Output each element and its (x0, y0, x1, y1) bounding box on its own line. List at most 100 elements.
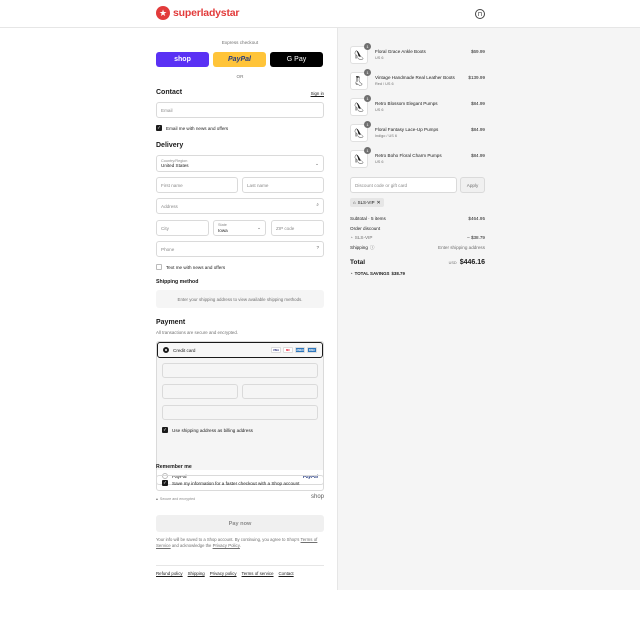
total-value: $446.16 (459, 259, 485, 266)
tag-icon: ⌂ (353, 200, 356, 205)
email-news-row: ✓ Email me with news and offers (156, 125, 228, 131)
shipping-method-heading: Shipping method (156, 279, 199, 285)
store-logo[interactable]: ★ superladystar (156, 6, 239, 20)
shipping-value: Enter shipping address (438, 245, 485, 250)
discount-input[interactable]: Discount code or gift card (350, 177, 457, 193)
info-icon[interactable]: ⓘ (370, 245, 375, 251)
or-divider: OR (236, 74, 244, 79)
item-name: Floral Fantasy Lace-Up Pumps (375, 127, 439, 132)
save-info-checkbox[interactable]: ✓ (162, 480, 168, 486)
chevron-down-icon: ⌄ (257, 225, 261, 230)
google-pay-button[interactable]: G Pay (270, 52, 323, 67)
total-savings-label: TOTAL SAVINGS (354, 271, 390, 276)
legal-text-1: Your info will be saved to a Shop accoun… (156, 537, 300, 542)
quantity-badge: 1 (364, 121, 371, 128)
shop-logo: shop (310, 494, 324, 500)
discount-tag-label: SLS-VIP (357, 200, 375, 205)
email-news-checkbox[interactable]: ✓ (156, 125, 162, 131)
remember-me-heading: Remember me (156, 464, 192, 470)
email-field[interactable]: Email (156, 102, 324, 118)
remove-tag-icon[interactable]: ✕ (377, 200, 381, 206)
discount-value: – $38.79 (467, 235, 485, 240)
item-name: Retro Blossom Elegant Pumps (375, 101, 438, 106)
zip-field[interactable]: ZIP code (271, 220, 324, 236)
phone-placeholder: Phone (161, 246, 175, 252)
item-variant: Indigo / US 6 (375, 134, 397, 138)
total-label: Total (350, 259, 366, 266)
mc-card-icon: MC (283, 347, 293, 353)
header: ★ superladystar ⊓ (0, 0, 640, 28)
save-info-box: ✓ Save my information for a faster check… (156, 475, 324, 491)
expiry-field[interactable] (162, 384, 238, 399)
quantity-badge: 1 (364, 69, 371, 76)
text-news-checkbox[interactable] (156, 264, 162, 270)
cart-bag-icon[interactable]: ⊓ (475, 9, 485, 19)
help-icon[interactable]: ? (316, 245, 319, 250)
billing-row: ✓ Use shipping address as billing addres… (162, 427, 253, 433)
privacy-link[interactable]: Privacy Policy (213, 543, 240, 548)
sign-in-link[interactable]: Sign in (311, 91, 324, 96)
line-item: 👠︎ 1 Floral Fantasy Lace-Up Pumps Indigo / … (350, 121, 485, 144)
state-value: Iowa (218, 227, 228, 233)
footer-divider (156, 565, 324, 566)
name-on-card-field[interactable] (162, 405, 318, 420)
country-select[interactable]: Country/Region United States ⌄ (156, 155, 324, 172)
city-field[interactable]: City (156, 220, 209, 236)
credit-card-option[interactable]: Credit card VISA MC AMEX DISC (157, 342, 323, 358)
country-value: United States (161, 163, 189, 169)
card-brand-icons: VISA MC AMEX DISC (271, 347, 317, 353)
security-code-field[interactable] (242, 384, 318, 399)
shop-pay-button[interactable]: shop (156, 52, 209, 67)
contact-link[interactable]: Contact (279, 571, 294, 576)
phone-field[interactable]: Phone ? (156, 241, 324, 257)
billing-checkbox[interactable]: ✓ (162, 427, 168, 433)
item-variant: US 6 (375, 56, 384, 60)
quantity-badge: 1 (364, 95, 371, 102)
chevron-down-icon: ⌄ (315, 161, 319, 166)
currency-label: USD (448, 261, 457, 265)
pay-now-button[interactable]: Pay now (156, 515, 324, 532)
terms-of-service-link[interactable]: Terms of service (242, 571, 274, 576)
delivery-heading: Delivery (156, 142, 184, 149)
line-item: 👢︎ 1 Vintage Handmade Real Leather Boots Re… (350, 69, 485, 92)
amex-card-icon: AMEX (295, 347, 305, 353)
credit-card-radio[interactable] (163, 347, 169, 353)
secure-label: Secure and encrypted (159, 497, 196, 501)
paypal-button[interactable]: PayPal (213, 52, 266, 67)
disc-card-icon: DISC (307, 347, 317, 353)
total-savings-row: ◔ TOTAL SAVINGS $38.79 (350, 271, 405, 276)
legal-text-2: and acknowledge the (171, 543, 212, 549)
card-number-field[interactable] (162, 363, 318, 378)
line-item: 👠︎ 1 Retro Boho Floral Charm Pumps US 6 $84.… (350, 147, 485, 170)
quantity-badge: 1 (364, 147, 371, 154)
tag-icon: ◔ (350, 271, 353, 276)
shipping-method-note: Enter your shipping address to view avai… (156, 290, 324, 308)
search-icon: ⌕ (316, 202, 319, 207)
discount-code-label: SLS-VIP (354, 235, 373, 240)
state-select[interactable]: State Iowa ⌄ (213, 220, 266, 236)
save-info-row: ✓ Save my information for a faster check… (162, 480, 299, 486)
item-name: Retro Boho Floral Charm Pumps (375, 153, 442, 158)
order-summary-panel: 👠︎ 1 Floral Grace Ankle Boots US 6 $69.99 👢︎ 1… (337, 28, 640, 590)
first-name-field[interactable]: First name (156, 177, 238, 193)
order-discount-label: Order discount (350, 226, 381, 231)
discount-code-row: ◔ SLS-VIP (350, 235, 372, 240)
item-variant: US 6 (375, 160, 384, 164)
quantity-badge: 1 (364, 43, 371, 50)
refund-policy-link[interactable]: Refund policy (156, 571, 183, 576)
store-name: superladystar (173, 7, 240, 19)
item-name: Vintage Handmade Real Leather Boots (375, 75, 455, 80)
shipping-link[interactable]: Shipping (188, 571, 205, 576)
last-name-field[interactable]: Last name (242, 177, 324, 193)
text-news-row: Text me with news and offers (156, 264, 225, 270)
privacy-policy-link[interactable]: Privacy policy (210, 571, 237, 576)
billing-label: Use shipping address as billing address (172, 427, 253, 433)
legal-end: . (239, 543, 242, 549)
email-news-label: Email me with news and offers (166, 125, 229, 131)
item-name: Floral Grace Ankle Boots (375, 49, 426, 54)
apply-button[interactable]: Apply (460, 177, 485, 193)
total-savings-value: $38.79 (391, 271, 405, 276)
item-variant: US 6 (375, 108, 384, 112)
address-field[interactable]: Address ⌕ (156, 198, 324, 214)
payment-heading: Payment (156, 319, 186, 326)
